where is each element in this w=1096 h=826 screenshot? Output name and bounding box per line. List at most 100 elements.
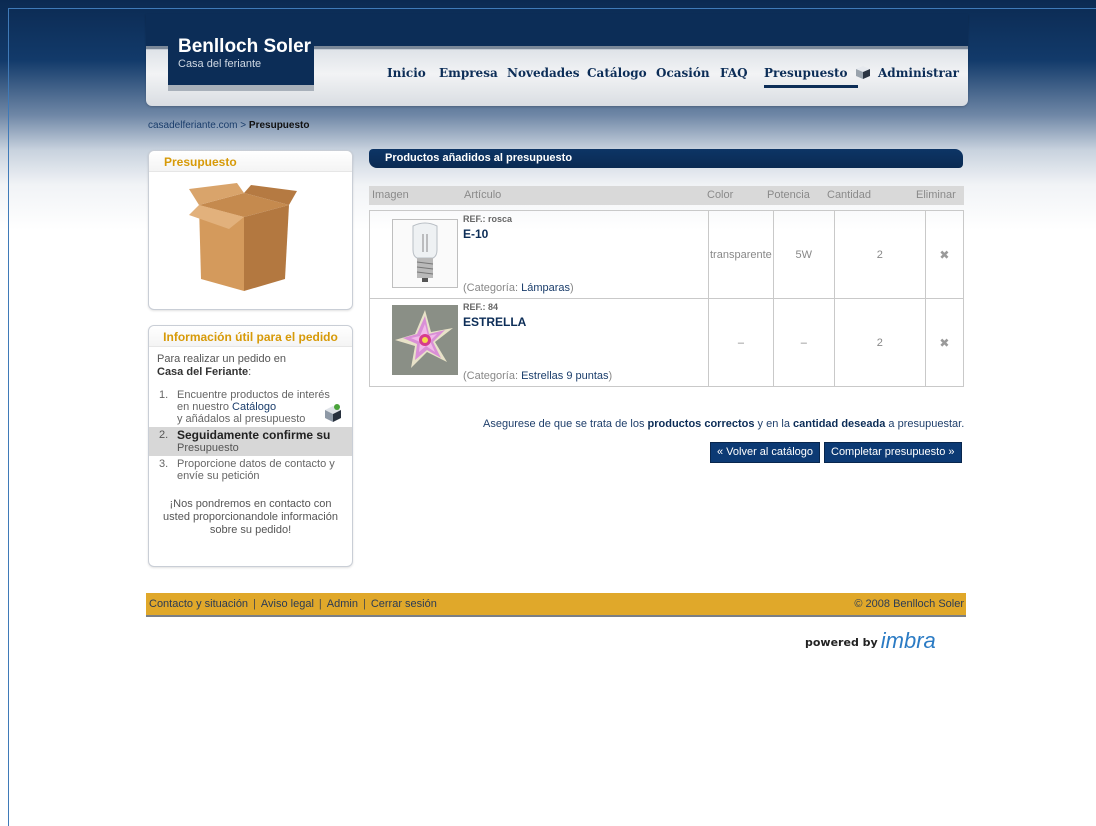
- delete-cell: ✖: [924, 298, 965, 387]
- info-box: Información útil para el pedido Para rea…: [148, 325, 353, 567]
- delete-x-icon[interactable]: ✖: [939, 336, 949, 350]
- step-1-number: 1.: [159, 389, 169, 401]
- info-intro-colon: :: [248, 366, 252, 378]
- footer-separator: |: [318, 598, 322, 610]
- table-row: REF.: 84 ESTRELLA (Categoría: Estrellas …: [369, 298, 965, 387]
- category-label: (Categoría:: [463, 370, 522, 382]
- product-color: –: [708, 298, 774, 387]
- order-steps: 1. Encuentre productos de interés en nue…: [149, 387, 352, 484]
- product-category: (Categoría: Estrellas 9 puntas): [463, 370, 612, 382]
- footer-separator: |: [362, 598, 366, 610]
- complete-quote-button[interactable]: Completar presupuesto »: [824, 442, 962, 463]
- nav-novedades[interactable]: Novedades: [507, 66, 580, 80]
- step-3: 3. Proporcione datos de contacto y envíe…: [149, 456, 352, 484]
- product-cell: REF.: rosca E-10 (Categoría: Lámparas): [369, 210, 709, 299]
- category-link[interactable]: Estrellas 9 puntas: [521, 370, 608, 382]
- page-frame-left: [8, 8, 9, 826]
- footer-link-admin[interactable]: Admin: [327, 598, 358, 610]
- col-imagen: Imagen: [372, 189, 409, 201]
- product-quantity: 2: [833, 210, 926, 299]
- step-2-text: Seguidamente confirme su: [177, 428, 331, 442]
- product-power: 5W: [772, 210, 835, 299]
- nav-empresa[interactable]: Empresa: [439, 66, 498, 80]
- product-ref: REF.: rosca: [463, 214, 513, 224]
- breadcrumb-home-link[interactable]: casadelferiante.com: [148, 120, 238, 131]
- category-label: (Categoría:: [463, 282, 522, 294]
- nav-faq[interactable]: FAQ: [720, 66, 748, 80]
- product-power: –: [772, 298, 835, 387]
- logo-subtitle: Casa del feriante: [178, 58, 262, 70]
- footer-links: Contacto y situación | Aviso legal | Admin | C…: [149, 598, 437, 610]
- step-3-text: Proporcione datos de contacto y envíe su…: [177, 458, 335, 482]
- powered-by-text: powered by: [805, 636, 878, 649]
- step-1: 1. Encuentre productos de interés en nue…: [149, 387, 352, 427]
- product-quantity: 2: [833, 298, 926, 387]
- page-frame-top: [8, 8, 1096, 9]
- footer-link-contacto[interactable]: Contacto y situación: [149, 598, 248, 610]
- nav-administrar[interactable]: Administrar: [878, 66, 959, 80]
- footer-separator: |: [253, 598, 256, 610]
- delete-x-icon[interactable]: ✖: [939, 248, 949, 262]
- notice-text-3: y en la: [757, 418, 790, 430]
- nav-presupuesto-label: Presupuesto: [764, 66, 848, 80]
- products-table-header: Imagen Artículo Color Potencia Cantidad …: [369, 186, 964, 205]
- quote-box-title: Presupuesto: [149, 151, 352, 172]
- product-cell: REF.: 84 ESTRELLA (Categoría: Estrellas …: [369, 298, 709, 387]
- nav-catalogo[interactable]: Catálogo: [587, 66, 647, 80]
- nav-inicio[interactable]: Inicio: [387, 66, 426, 80]
- step-1-text-end: y añádalos al presupuesto: [177, 413, 306, 425]
- info-intro: Para realizar un pedido en Casa del Feri…: [149, 353, 352, 379]
- breadcrumb-current: Presupuesto: [248, 120, 310, 131]
- footer-link-aviso-legal[interactable]: Aviso legal: [261, 598, 314, 610]
- nav-presupuesto[interactable]: Presupuesto: [764, 66, 870, 88]
- col-color: Color: [707, 189, 734, 201]
- col-potencia: Potencia: [767, 189, 810, 201]
- info-box-title: Información útil para el pedido: [149, 326, 352, 347]
- star-image: [392, 305, 458, 375]
- product-ref: REF.: 84: [463, 302, 499, 312]
- col-articulo: Artículo: [464, 189, 502, 201]
- info-intro-brand: Casa del Feriante: [157, 366, 249, 378]
- nav-ocasion[interactable]: Ocasión: [656, 66, 710, 80]
- product-color: transparente: [708, 210, 774, 299]
- step-2-text-end: Presupuesto: [177, 442, 239, 454]
- products-section-title: Productos añadidos al presupuesto: [369, 149, 963, 168]
- products-table: REF.: rosca E-10 (Categoría: Lámparas) t…: [369, 210, 965, 387]
- logo-name: Benlloch Soler: [178, 36, 312, 57]
- col-cantidad: Cantidad: [827, 189, 872, 201]
- category-close: ): [608, 370, 613, 382]
- col-eliminar: Eliminar: [916, 189, 956, 201]
- cardboard-box-image: [189, 183, 297, 291]
- site-logo[interactable]: Benlloch Soler Casa del feriante: [168, 30, 314, 91]
- copyright: © 2008 Benlloch Soler: [854, 598, 964, 610]
- step-2: 2. Seguidamente confirme su Presupuesto: [149, 427, 352, 456]
- category-link[interactable]: Lámparas: [521, 282, 570, 294]
- product-name-link[interactable]: ESTRELLA: [463, 315, 526, 329]
- quote-box: Presupuesto: [148, 150, 353, 310]
- table-row: REF.: rosca E-10 (Categoría: Lámparas) t…: [369, 210, 965, 299]
- step-2-number: 2.: [159, 429, 169, 441]
- breadcrumb: casadelferiante.com > Presupuesto: [148, 120, 309, 131]
- back-to-catalog-button[interactable]: « Volver al catálogo: [710, 442, 821, 463]
- product-name-link[interactable]: E-10: [463, 227, 488, 241]
- cube-icon: [325, 404, 341, 422]
- step-3-number: 3.: [159, 458, 169, 470]
- category-close: ): [570, 282, 574, 294]
- bulb-image: [393, 220, 457, 287]
- star-thumbnail[interactable]: [392, 305, 458, 375]
- notice-text-5: a presupuestar.: [888, 418, 965, 430]
- header: Benlloch Soler Casa del feriante Inicio …: [146, 14, 968, 106]
- notice-text-2: productos correctos: [647, 418, 755, 430]
- bulb-thumbnail[interactable]: [392, 219, 458, 288]
- step-1-catalog-link[interactable]: Catálogo: [232, 401, 276, 413]
- product-category: (Categoría: Lámparas): [463, 282, 574, 294]
- delete-cell: ✖: [924, 210, 965, 299]
- notice-text-4: cantidad deseada: [793, 418, 886, 430]
- footer-link-cerrar-sesion[interactable]: Cerrar sesión: [371, 598, 437, 610]
- notice-text-1: Asegurese de que se trata de los: [483, 418, 645, 430]
- footer: Contacto y situación | Aviso legal | Admin | C…: [146, 593, 966, 617]
- confirmation-notice: Asegurese de que se trata de los product…: [483, 418, 964, 430]
- info-intro-text: Para realizar un pedido en: [157, 353, 287, 365]
- imbra-logo: imbra: [880, 628, 936, 653]
- powered-by-link[interactable]: powered by imbra: [805, 628, 936, 654]
